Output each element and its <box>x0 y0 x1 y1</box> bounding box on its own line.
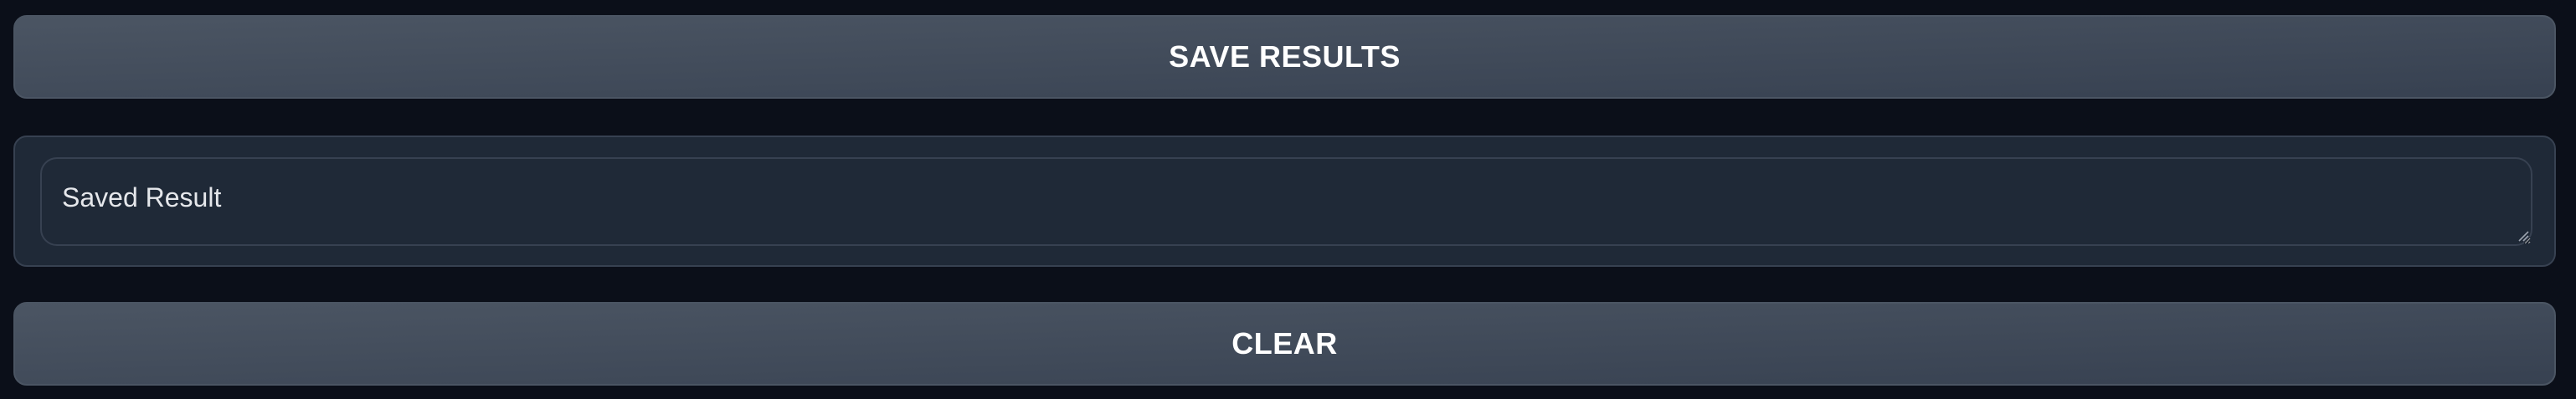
saved-result-panel: Saved Result <box>13 136 2556 267</box>
saved-result-textbox[interactable]: Saved Result <box>40 157 2532 246</box>
resize-grip-icon[interactable] <box>2517 230 2529 242</box>
save-results-button[interactable]: SAVE RESULTS <box>13 15 2556 99</box>
clear-button[interactable]: CLEAR <box>13 302 2556 386</box>
